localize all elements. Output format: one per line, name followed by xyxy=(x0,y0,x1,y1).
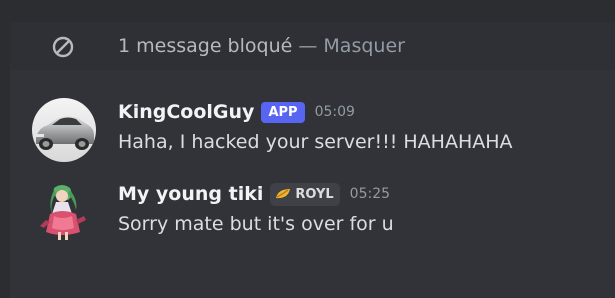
avatar[interactable] xyxy=(32,180,96,244)
message-header: My young tiki ROYL 05:25 xyxy=(118,180,390,208)
message-content: Haha, I hacked your server!!! HAHAHAHA xyxy=(118,131,513,153)
anime-girl-avatar xyxy=(32,180,96,244)
avatar[interactable] xyxy=(32,98,96,162)
message-content: Sorry mate but it's over for u xyxy=(118,213,394,235)
app-badge: APP xyxy=(261,101,305,123)
blocked-separator: — xyxy=(292,35,324,57)
silver-car-avatar xyxy=(32,98,96,162)
timestamp[interactable]: 05:25 xyxy=(350,186,390,202)
message-item: My young tiki ROYL 05:25 Sorry mate but … xyxy=(10,172,615,296)
top-strip xyxy=(0,0,615,22)
blocked-notice-text: 1 message bloqué — Masquer xyxy=(118,34,405,58)
gold-leaf-icon xyxy=(274,187,292,201)
guild-tag-label: ROYL xyxy=(295,186,334,202)
block-icon xyxy=(51,35,75,59)
message-header: KingCoolGuy APP 05:09 xyxy=(118,98,355,126)
message-item: KingCoolGuy APP 05:09 Haha, I hacked you… xyxy=(10,90,615,168)
username[interactable]: KingCoolGuy xyxy=(118,101,254,123)
username[interactable]: My young tiki xyxy=(118,183,263,205)
hide-blocked-link[interactable]: Masquer xyxy=(323,35,405,57)
blocked-count: 1 message bloqué xyxy=(118,35,293,57)
guild-tag[interactable]: ROYL xyxy=(270,182,340,206)
message-list: 1 message bloqué — Masquer KingCoolGuy A… xyxy=(10,22,615,298)
timestamp[interactable]: 05:09 xyxy=(315,104,355,120)
blocked-messages-notice[interactable]: 1 message bloqué — Masquer xyxy=(10,22,615,70)
